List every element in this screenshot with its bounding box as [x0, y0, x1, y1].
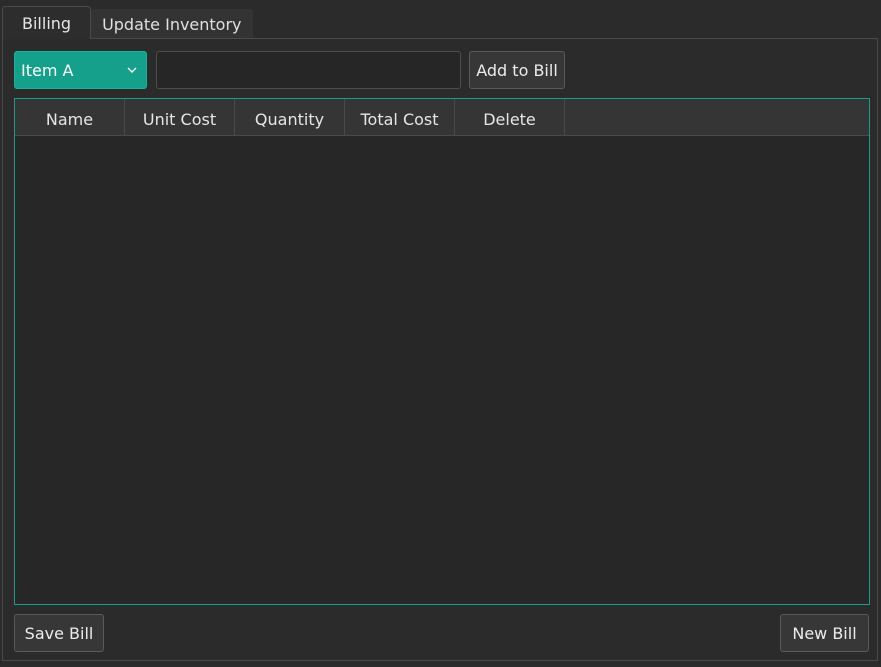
save-bill-button[interactable]: Save Bill — [14, 614, 104, 652]
column-header-quantity[interactable]: Quantity — [235, 99, 345, 135]
column-header-total-cost[interactable]: Total Cost — [345, 99, 455, 135]
header-filler — [565, 99, 869, 135]
tab-update-inventory[interactable]: Update Inventory — [91, 9, 253, 39]
tab-bar: Billing Update Inventory — [2, 6, 253, 39]
add-to-bill-button[interactable]: Add to Bill — [469, 51, 565, 89]
chevron-down-icon — [127, 67, 137, 73]
table-header: Name Unit Cost Quantity Total Cost Delet… — [15, 99, 869, 136]
bill-table: Name Unit Cost Quantity Total Cost Delet… — [14, 98, 870, 605]
billing-window: Billing Update Inventory Item A Add to B… — [0, 0, 881, 667]
item-select-value: Item A — [21, 60, 74, 80]
column-header-delete[interactable]: Delete — [455, 99, 565, 135]
tab-billing[interactable]: Billing — [2, 6, 92, 39]
column-header-name[interactable]: Name — [15, 99, 125, 135]
billing-pane: Item A Add to Bill Name Unit Cost Quanti… — [2, 38, 878, 661]
item-select[interactable]: Item A — [14, 51, 147, 89]
column-header-unit-cost[interactable]: Unit Cost — [125, 99, 235, 135]
new-bill-button[interactable]: New Bill — [780, 614, 869, 652]
quantity-input[interactable] — [156, 51, 461, 89]
table-body[interactable] — [15, 136, 869, 604]
